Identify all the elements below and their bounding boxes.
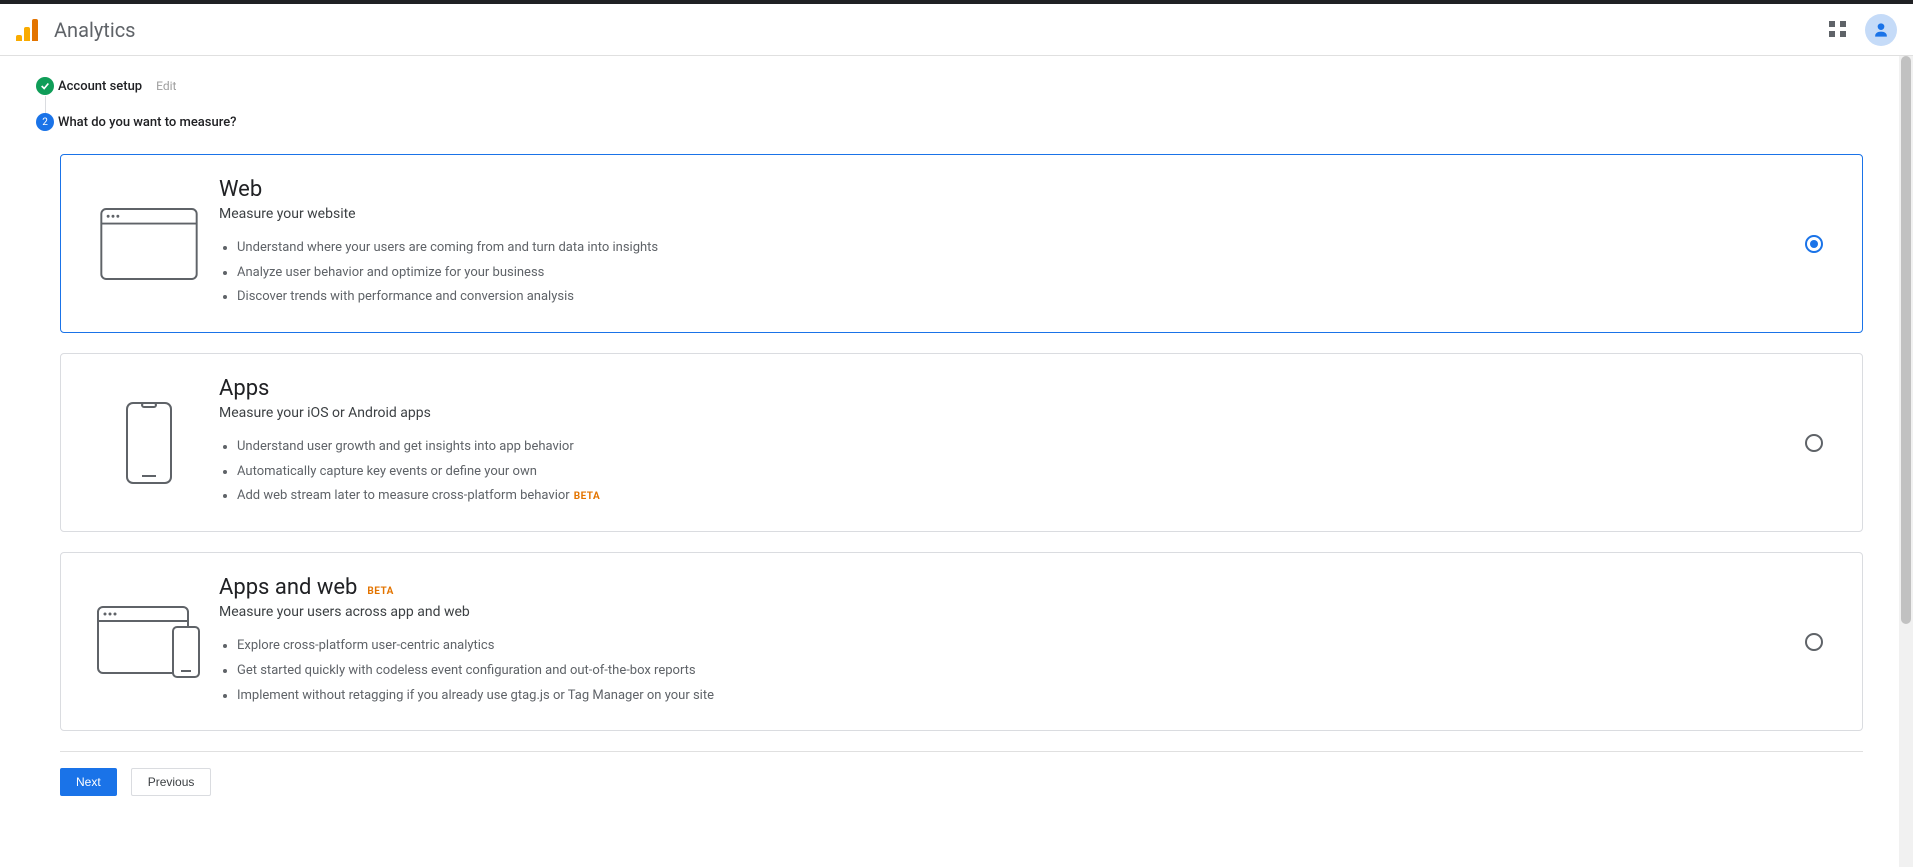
previous-button[interactable]: Previous — [131, 768, 212, 796]
browser-and-phone-icon — [89, 601, 209, 683]
option-subtitle: Measure your iOS or Android apps — [219, 405, 1794, 421]
vertical-scrollbar[interactable] — [1899, 56, 1913, 867]
option-card-web[interactable]: Web Measure your website Understand wher… — [60, 154, 1863, 333]
option-bullet: Get started quickly with codeless event … — [237, 659, 1794, 684]
step-label: What do you want to measure? — [58, 115, 237, 130]
option-title: Apps — [219, 376, 1794, 401]
app-header: Analytics — [0, 4, 1913, 56]
edit-step-link[interactable]: Edit — [156, 79, 176, 93]
step-label: Account setup — [58, 79, 142, 94]
radio-apps-web[interactable] — [1805, 633, 1823, 651]
step-complete-icon — [36, 77, 54, 95]
analytics-logo-icon — [16, 19, 38, 41]
account-avatar[interactable] — [1865, 14, 1897, 46]
option-bullet: Understand user growth and get insights … — [237, 435, 1794, 460]
beta-badge: BETA — [367, 586, 394, 597]
google-apps-icon[interactable] — [1829, 21, 1847, 39]
option-bullet: Implement without retagging if you alrea… — [237, 684, 1794, 709]
option-title: Web — [219, 177, 1794, 202]
step-number-badge: 2 — [36, 113, 54, 131]
beta-badge: BETA — [574, 491, 601, 502]
option-bullet: Analyze user behavior and optimize for y… — [237, 261, 1794, 286]
option-bullet: Understand where your users are coming f… — [237, 236, 1794, 261]
step-what-to-measure: 2 What do you want to measure? — [0, 104, 1913, 140]
option-subtitle: Measure your website — [219, 206, 1794, 222]
page-title: Analytics — [54, 18, 136, 42]
option-bullet: Automatically capture key events or defi… — [237, 460, 1794, 485]
option-bullet: Discover trends with performance and con… — [237, 285, 1794, 310]
browser-window-icon — [89, 208, 209, 280]
step-account-setup: Account setup Edit — [0, 68, 1913, 104]
option-card-apps[interactable]: Apps Measure your iOS or Android apps Un… — [60, 353, 1863, 532]
radio-apps[interactable] — [1805, 434, 1823, 452]
option-bullet: Explore cross-platform user-centric anal… — [237, 634, 1794, 659]
scrollbar-thumb[interactable] — [1901, 56, 1911, 624]
option-bullet: Add web stream later to measure cross-pl… — [237, 484, 1794, 509]
radio-web[interactable] — [1805, 235, 1823, 253]
phone-icon — [89, 402, 209, 484]
option-title: Apps and web BETA — [219, 575, 1794, 600]
section-divider — [60, 751, 1863, 752]
next-button[interactable]: Next — [60, 768, 117, 796]
option-subtitle: Measure your users across app and web — [219, 604, 1794, 620]
option-card-apps-web[interactable]: Apps and web BETA Measure your users acr… — [60, 552, 1863, 731]
